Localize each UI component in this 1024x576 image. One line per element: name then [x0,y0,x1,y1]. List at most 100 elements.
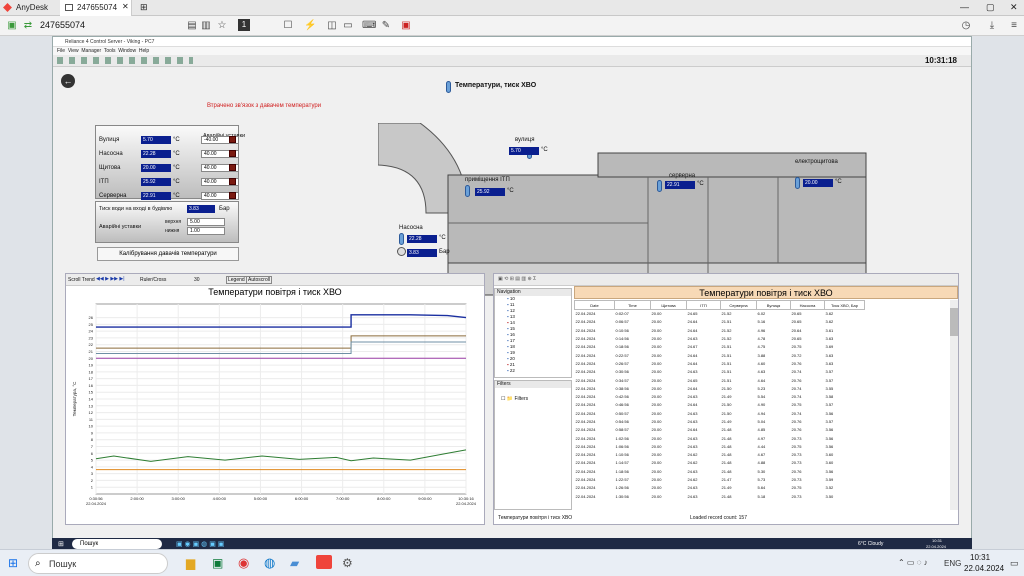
remote-app-icons[interactable]: ▣ ◉ ▣ ◍ ▣ ▣ [176,540,224,548]
table-row[interactable]: 22.04.2024 0:10:56 20.00 24.64 21.52 4.96 20.6… [575,326,865,334]
display-button[interactable]: 1 [238,19,250,31]
session-tab[interactable]: 247655074 ✕ [60,0,132,16]
interval-field[interactable]: 30 [194,277,200,283]
table-row[interactable]: 22.04.2024 0:50:57 20.00 24.63 21.50 4.94 20.7… [575,409,865,417]
table-row[interactable]: 22.04.2024 0:54:56 20.00 24.63 21.49 5.04 20.7… [575,417,865,425]
table-row[interactable]: 22.04.2024 1:26:56 20.00 24.63 21.49 5.64 20.7… [575,484,865,492]
table-cell: 1:22:57 [615,477,629,483]
menu-window[interactable]: Window [118,48,136,54]
maximize-icon[interactable]: ▢ [986,2,995,13]
table-scrollbar[interactable] [950,300,958,510]
x-tick-label: 0:30:56 22.04.2024 [86,496,107,506]
language-indicator[interactable]: ENG [944,559,961,568]
table-row[interactable]: 22.04.2024 0:58:57 20.00 24.64 21.48 4.85 20.7… [575,426,865,434]
table-cell: 20.00 [651,369,662,375]
record-icon[interactable]: ▣ [400,20,412,31]
table-row[interactable]: 22.04.2024 0:06:57 20.00 24.64 21.51 5.16 20.6… [575,318,865,326]
table-row[interactable]: 22.04.2024 1:14:57 20.00 24.62 21.48 4.88 20.7… [575,459,865,467]
app-icon[interactable]: ▰ [290,556,299,570]
close-tab-icon[interactable]: ✕ [122,2,129,11]
nav-item[interactable]: ▪ 22 [495,368,571,374]
tray-icons[interactable]: ⌃ ▭ ◌ ♪ [898,558,928,567]
electro-map-unit: °C [835,179,842,185]
clipboard-icon[interactable]: ▥ [200,20,212,31]
table-header-cell[interactable]: Date [574,300,615,310]
trend-chart[interactable]: 1234567891011121314151617181920212223242… [66,302,484,524]
table-row[interactable]: 22.04.2024 0:22:57 20.00 24.64 21.51 3.88 20.7… [575,351,865,359]
table-row[interactable]: 22.04.2024 1:22:57 20.00 24.62 21.47 5.73 20.7… [575,475,865,483]
start-icon[interactable]: ⊞ [8,556,18,570]
minimize-icon[interactable]: — [960,2,969,12]
table-tool-icons[interactable]: ▣ ⟲ ⊞ ▤ ▥ ⊕ Σ [498,276,536,282]
calibrate-button[interactable]: Калібрування давачів температури [97,247,239,261]
table-row[interactable]: 22.04.2024 0:34:57 20.00 24.65 21.51 4.64 20.7… [575,376,865,384]
monitor-select-icon[interactable]: ▭ [342,20,354,31]
table-header-cell[interactable]: Time [614,300,651,310]
anydesk-task-icon[interactable] [316,555,332,569]
actions-icon[interactable]: ⚡ [304,20,316,31]
download-icon[interactable]: ⤓ [986,20,998,31]
scroll-trend-label[interactable]: Scroll Trend [68,277,95,283]
address-field[interactable]: 247655074 [40,20,85,30]
table-cell: 24.63 [687,336,698,342]
table-row[interactable]: 22.04.2024 1:30:56 20.00 24.63 21.48 5.18 20.7… [575,492,865,500]
edge-icon[interactable]: ◍ [264,555,275,571]
upper-setpoint-input[interactable]: 5.00 [187,218,225,226]
remote-start-icon[interactable]: ⊞ [58,540,64,548]
menu-file[interactable]: File [57,48,65,54]
search-box[interactable]: ⌕ Пошук [28,553,168,574]
file-icon[interactable]: ▤ [186,20,198,31]
scrollbar-thumb[interactable] [950,308,958,336]
remote-search-box[interactable]: Пошук [72,539,162,549]
display-settings-icon[interactable]: ◫ [326,20,338,31]
toolbar-icons[interactable] [57,57,193,64]
table-header-cell[interactable]: Насосна [790,300,825,310]
menu-manager[interactable]: Manager [81,48,101,54]
tool-icon[interactable]: ⚙ [342,556,353,570]
input-icon[interactable]: ⌨ [362,20,376,31]
menu-view[interactable]: View [68,48,79,54]
table-row[interactable]: 22.04.2024 0:42:56 20.00 24.63 21.49 5.54 20.7… [575,392,865,400]
table-row[interactable]: 22.04.2024 0:38:56 20.00 24.64 21.50 5.23 20.7… [575,384,865,392]
table-header-cell[interactable]: Вулиця [756,300,791,310]
history-icon[interactable]: ◷ [960,20,972,31]
filter-item[interactable]: ☐ 📁 Filters [495,388,571,402]
chrome-icon[interactable]: ◉ [238,555,249,571]
table-header-cell[interactable]: Серверна [720,300,757,310]
accept-icon[interactable]: ⇄ [22,20,34,31]
table-row[interactable]: 22.04.2024 0:30:56 20.00 24.63 21.51 4.63 20.7… [575,368,865,376]
table-row[interactable]: 22.04.2024 0:02:07 20.00 24.65 21.52 6.02 20.6… [575,310,865,318]
table-row[interactable]: 22.04.2024 1:02:56 20.00 24.63 21.48 4.97 20.7… [575,434,865,442]
table-cell: 0:38:56 [615,385,629,391]
store-icon[interactable]: ▣ [212,556,223,570]
nav-arrows-icon[interactable]: ◀◀ ▶ ▶▶ ▶| [96,276,125,282]
table-row[interactable]: 22.04.2024 0:14:56 20.00 24.63 21.52 4.78 20.6… [575,334,865,342]
menu-icon[interactable]: ≡ [1008,20,1020,31]
table-row[interactable]: 22.04.2024 1:10:56 20.00 24.62 21.48 4.67 20.7… [575,451,865,459]
draw-icon[interactable]: ✎ [380,20,392,31]
new-tab-icon[interactable]: ⊞ [140,2,148,13]
legend-button[interactable]: Legend [226,276,247,284]
chat-icon[interactable]: ☐ [282,20,294,31]
table-header-cell[interactable]: Тиск ХВО, Бар [824,300,865,310]
table-row[interactable]: 22.04.2024 0:46:56 20.00 24.64 21.50 4.90 20.7… [575,401,865,409]
table-row[interactable]: 22.04.2024 1:06:56 20.00 24.63 21.48 4.44 20.7… [575,442,865,450]
back-arrow-icon[interactable]: ← [61,74,75,88]
notification-icon[interactable]: ▭ [1010,558,1019,569]
ruler-cross-label[interactable]: Ruler/Cross [140,277,166,283]
star-icon[interactable]: ☆ [216,20,228,31]
table-cell: 20.00 [651,311,662,317]
autoscroll-button[interactable]: Autoscroll [246,276,272,284]
menu-help[interactable]: Help [139,48,149,54]
lower-setpoint-input[interactable]: 1.00 [187,227,225,235]
menu-tools[interactable]: Tools [104,48,116,54]
remote-screen[interactable]: Reliance 4 Control Server - Viking - PC7… [52,36,972,544]
table-cell: 22.04.2024 [575,485,596,491]
table-header-cell[interactable]: ІТП [686,300,721,310]
file-explorer-icon[interactable]: ▆ [186,556,195,570]
table-header-cell[interactable]: Щитова [650,300,687,310]
table-row[interactable]: 22.04.2024 0:26:57 20.00 24.64 21.51 4.60 20.7… [575,359,865,367]
close-window-icon[interactable]: ✕ [1010,2,1018,13]
table-row[interactable]: 22.04.2024 1:18:56 20.00 24.63 21.48 5.30 20.7… [575,467,865,475]
table-row[interactable]: 22.04.2024 0:18:56 20.00 24.67 21.51 4.75 20.7… [575,343,865,351]
